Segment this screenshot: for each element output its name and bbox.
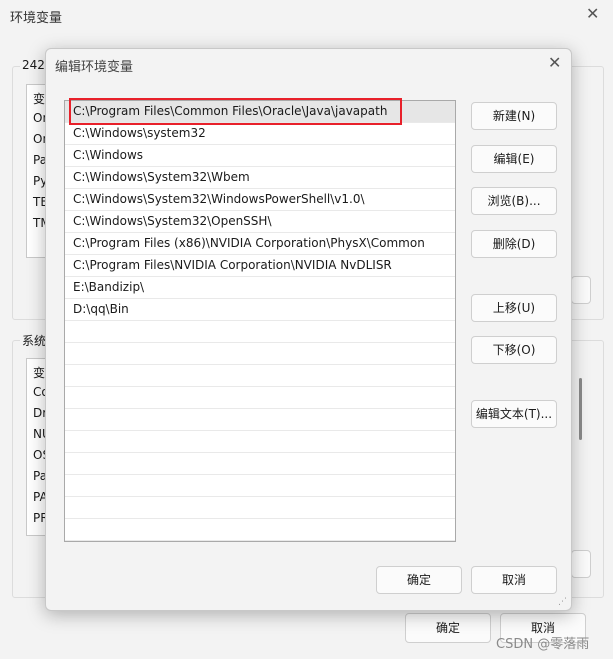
empty-path-row[interactable] [65, 387, 455, 409]
path-row[interactable]: C:\Program Files\NVIDIA Corporation\NVID… [65, 255, 455, 277]
edit-text-button[interactable]: 编辑文本(T)... [471, 400, 557, 428]
outer-window-title: 环境变量 [10, 11, 63, 26]
dialog-title: 编辑环境变量 [55, 60, 134, 75]
empty-path-row[interactable] [65, 343, 455, 365]
cancel-button[interactable]: 取消 [471, 566, 557, 594]
empty-path-row[interactable] [65, 475, 455, 497]
browse-button[interactable]: 浏览(B)... [471, 187, 557, 215]
empty-path-row[interactable] [65, 321, 455, 343]
move-up-button[interactable]: 上移(U) [471, 294, 557, 322]
outer-list-item[interactable]: 变 [33, 364, 45, 381]
empty-path-row[interactable] [65, 497, 455, 519]
system-variables-label: 系统 [20, 332, 49, 349]
watermark: CSDN @零落雨 [496, 637, 590, 652]
path-row[interactable]: C:\Windows\System32\WindowsPowerShell\v1… [65, 189, 455, 211]
path-row[interactable]: C:\Windows\system32 [65, 123, 455, 145]
path-list[interactable]: C:\Program Files\Common Files\Oracle\Jav… [64, 100, 456, 542]
empty-path-row[interactable] [65, 431, 455, 453]
system-variables-button-edge[interactable] [571, 550, 591, 578]
new-button[interactable]: 新建(N) [471, 102, 557, 130]
empty-path-row[interactable] [65, 409, 455, 431]
move-down-button[interactable]: 下移(O) [471, 336, 557, 364]
empty-path-row[interactable] [65, 541, 455, 542]
outer-ok-button[interactable]: 确定 [405, 613, 491, 643]
empty-path-row[interactable] [65, 519, 455, 541]
empty-path-row[interactable] [65, 365, 455, 387]
outer-list-item[interactable]: 变 [33, 90, 45, 107]
user-variables-button-edge[interactable] [571, 276, 591, 304]
edit-button[interactable]: 编辑(E) [471, 145, 557, 173]
system-variables-scrollbar[interactable] [579, 378, 582, 440]
path-row[interactable]: E:\Bandizip\ [65, 277, 455, 299]
path-row[interactable]: C:\Windows [65, 145, 455, 167]
highlight-annotation [69, 98, 402, 125]
path-row[interactable]: D:\qq\Bin [65, 299, 455, 321]
empty-path-row[interactable] [65, 453, 455, 475]
outer-close-icon[interactable]: ✕ [586, 4, 599, 23]
ok-button[interactable]: 确定 [376, 566, 462, 594]
close-icon[interactable]: ✕ [548, 53, 561, 72]
path-row[interactable]: C:\Windows\System32\OpenSSH\ [65, 211, 455, 233]
delete-button[interactable]: 删除(D) [471, 230, 557, 258]
edit-env-var-dialog: 编辑环境变量 ✕ C:\Program Files\Common Files\O… [45, 48, 572, 611]
resize-grip-icon[interactable]: ⋰ [558, 597, 567, 607]
path-row[interactable]: C:\Windows\System32\Wbem [65, 167, 455, 189]
path-row[interactable]: C:\Program Files (x86)\NVIDIA Corporatio… [65, 233, 455, 255]
